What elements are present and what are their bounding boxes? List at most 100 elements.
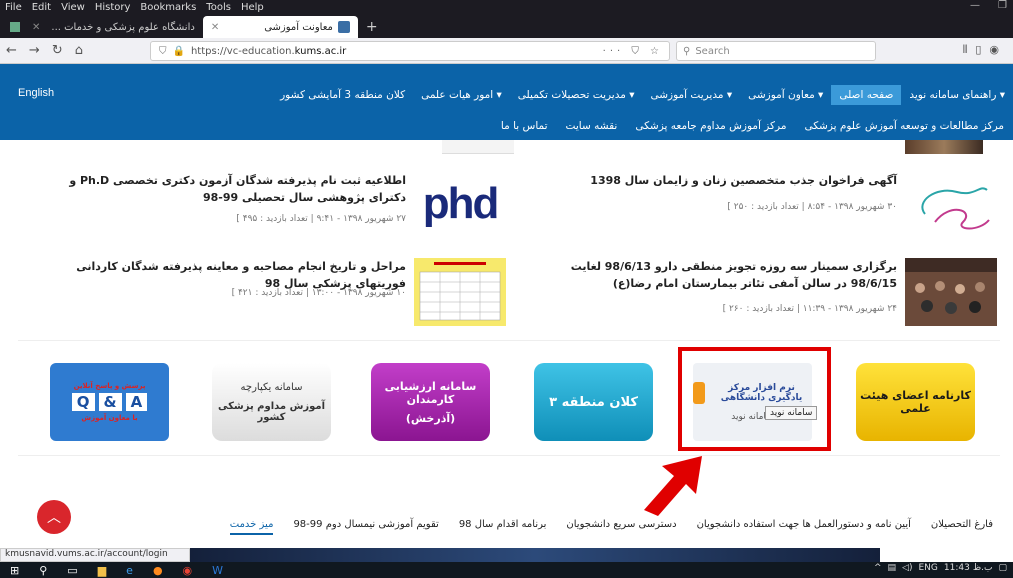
staff-evaluation-sub: (آذرخش) <box>405 411 456 425</box>
highlight-box <box>678 347 831 451</box>
clock[interactable]: 11:43 ب.ظ <box>944 563 993 573</box>
forward-arrow-icon[interactable]: → <box>23 43 46 58</box>
browser-navbar: ← → ↻ ⌂ ⛉ 🔒 https://vc-education. kums.ac… <box>0 38 1013 64</box>
qa-top-text: پرسش و پاسخ آنلاین <box>73 382 146 390</box>
task-view-icon[interactable]: ▭ <box>67 564 77 577</box>
news-title[interactable]: آگهی فراخوان جذب متخصصین زنان و زایمان س… <box>557 172 897 189</box>
system-tray: ^ ▤ ◁) ENG 11:43 ب.ظ ▢ <box>874 563 1007 573</box>
integrated-cme-label: سامانه یکپارچه <box>240 381 303 393</box>
file-explorer-icon[interactable]: ▆ <box>98 564 106 577</box>
search-input[interactable]: ⚲ Search <box>676 41 876 61</box>
account-icon[interactable]: ◉ <box>989 43 1007 56</box>
tab-list-icon[interactable] <box>10 22 20 32</box>
news-item[interactable]: phd اطلاعیه ثبت نام پذیرفته شدگان آزمون … <box>56 172 506 236</box>
tab-university[interactable]: دانشگاه علوم پزشکی و خدمات ... ✕ <box>24 16 203 38</box>
nav-navid-guide[interactable]: راهنمای سامانه نوید ▾ <box>901 85 1013 105</box>
news-item[interactable]: آگهی فراخوان جذب متخصصین زنان و زایمان س… <box>557 172 997 236</box>
new-tab-plus-icon[interactable]: + <box>358 19 386 38</box>
news-meta: ۲۷ شهریور ۱۳۹۸ - ۹:۴۱ | تعداد بازدید : ۴… <box>236 214 406 224</box>
english-link[interactable]: English <box>18 87 54 99</box>
notifications-icon[interactable]: ▢ <box>998 563 1007 573</box>
word-icon[interactable]: W <box>212 564 223 577</box>
menu-view[interactable]: View <box>56 2 90 13</box>
bottom-tabs: میز خدمت تقویم آموزشی نیمسال دوم 99-98 ب… <box>229 519 993 535</box>
close-icon[interactable]: ✕ <box>211 22 219 33</box>
news-thumbnail <box>414 258 506 326</box>
region3-button[interactable]: کلان منطقه ۳ <box>534 363 653 441</box>
chrome-icon[interactable]: ◉ <box>183 564 193 577</box>
integrated-cme-button[interactable]: سامانه یکپارچه آموزش مداوم پزشکی کشور <box>212 363 331 441</box>
edge-icon[interactable]: e <box>126 564 133 577</box>
url-bar[interactable]: ⛉ 🔒 https://vc-education. kums.ac.ir ··· … <box>150 41 670 61</box>
nav-faculty-affairs[interactable]: امور هیات علمی ▾ <box>413 85 510 105</box>
nav-contact[interactable]: تماس با ما <box>492 120 557 132</box>
firefox-icon[interactable]: ● <box>153 564 163 577</box>
menu-bookmarks[interactable]: Bookmarks <box>135 2 201 13</box>
scroll-top-button[interactable]: ︿ <box>37 500 71 534</box>
banner-logo-partial <box>442 140 514 154</box>
tab-action-plan[interactable]: برنامه اقدام سال 98 <box>459 519 547 535</box>
news-title[interactable]: مراحل و تاریخ انجام مصاحبه و معاینه پذیر… <box>56 258 406 292</box>
news-item[interactable]: برگزاری سمینار سه روزه تجویز منطقی دارو … <box>557 258 997 326</box>
browser-tabbar: دانشگاه علوم پزشکی و خدمات ... ✕ معاونت … <box>0 14 1013 38</box>
chevron-up-icon[interactable]: ^ <box>874 563 882 573</box>
nav-home[interactable]: صفحه اصلی <box>831 85 902 105</box>
faculty-record-button[interactable]: کارنامه اعضای هیئت علمی <box>856 363 975 441</box>
main-menu: راهنمای سامانه نوید ▾ صفحه اصلی معاون آم… <box>272 84 1013 106</box>
lock-icon: 🔒 <box>172 45 185 57</box>
menu-file[interactable]: File <box>0 2 27 13</box>
clock-time: 11:43 <box>943 563 970 573</box>
menu-edit[interactable]: Edit <box>27 2 56 13</box>
minimize-icon[interactable]: — <box>970 0 980 11</box>
news-thumbnail: phd <box>414 172 506 236</box>
nav-cme[interactable]: مرکز آموزش مداوم جامعه پزشکی <box>626 120 795 132</box>
tab-regulations[interactable]: آیین نامه و دستورالعمل ها جهت استفاده دا… <box>697 519 911 535</box>
network-icon[interactable]: ▤ <box>888 563 897 573</box>
reload-icon[interactable]: ↻ <box>46 43 69 58</box>
nav-sitemap[interactable]: نقشه سایت <box>557 120 627 132</box>
nav-edc[interactable]: مرکز مطالعات و توسعه آموزش علوم پزشکی <box>795 120 1013 132</box>
qa-q: Q <box>71 393 95 411</box>
news-meta: ۱۰ شهریور ۱۳۹۸ - ۱۳:۰۰ | تعداد بازدید : … <box>231 288 406 298</box>
browser-menubar: File Edit View History Bookmarks Tools H… <box>0 0 1013 14</box>
favicon-icon <box>337 21 350 33</box>
news-item[interactable]: مراحل و تاریخ انجام مصاحبه و معاینه پذیر… <box>56 258 506 326</box>
toolbar-icons: ⫴▯◉ <box>963 43 1007 57</box>
staff-evaluation-button[interactable]: سامانه ارزشیابی کارمندان (آذرخش) <box>371 363 490 441</box>
volume-icon[interactable]: ◁) <box>902 563 912 573</box>
tab-service-desk[interactable]: میز خدمت <box>229 519 274 535</box>
qa-a: A <box>125 393 148 411</box>
menu-help[interactable]: Help <box>236 2 269 13</box>
nav-graduate-management[interactable]: مدیریت تحصیلات تکمیلی ▾ <box>510 85 643 105</box>
news-thumbnail <box>905 258 997 326</box>
language-indicator[interactable]: ENG <box>918 563 937 573</box>
page-actions[interactable]: ··· ⛉ ☆ <box>603 46 663 57</box>
home-icon[interactable]: ⌂ <box>69 43 89 58</box>
menu-tools[interactable]: Tools <box>201 2 236 13</box>
window-controls: — ❐ <box>970 0 1007 11</box>
nav-edu-management[interactable]: مدیریت آموزشی ▾ <box>642 85 740 105</box>
integrated-cme-sub: آموزش مداوم پزشکی کشور <box>217 400 326 423</box>
library-icon[interactable]: ⫴ <box>963 43 976 56</box>
windows-start-icon[interactable]: ⊞ <box>10 564 19 577</box>
menu-history[interactable]: History <box>90 2 136 13</box>
online-qa-button[interactable]: پرسش و پاسخ آنلاین Q & A با معاون آموزش <box>50 363 169 441</box>
tab-education[interactable]: معاونت آموزشی ✕ <box>202 16 358 38</box>
restore-icon[interactable]: ❐ <box>998 0 1007 11</box>
tab-academic-calendar[interactable]: تقویم آموزشی نیمسال دوم 99-98 <box>293 519 438 535</box>
close-icon[interactable]: ✕ <box>32 22 40 33</box>
tab-graduates[interactable]: فارغ التحصیلان <box>931 519 993 535</box>
nav-region3[interactable]: کلان منطقه 3 آمایشی کشور <box>272 85 413 105</box>
search-icon[interactable]: ⚲ <box>39 564 47 577</box>
url-domain: kums.ac.ir <box>294 45 347 57</box>
news-title[interactable]: برگزاری سمینار سه روزه تجویز منطقی دارو … <box>557 258 897 292</box>
tab-student-quick-access[interactable]: دسترسی سریع دانشجویان <box>566 519 676 535</box>
news-title[interactable]: اطلاعیه ثبت نام پذیرفته شدگان آزمون دکتر… <box>56 172 406 206</box>
status-url: kmusnavid.vums.ac.ir/account/login <box>0 548 190 562</box>
windows-taskbar: ⊞ ⚲ ▭ ▆ e ● ◉ W ^ ▤ ◁) ENG 11:43 ب.ظ ▢ <box>0 562 1013 578</box>
search-icon: ⚲ <box>683 45 691 57</box>
sidebar-icon[interactable]: ▯ <box>975 43 989 56</box>
back-arrow-icon[interactable]: ← <box>0 43 23 58</box>
region3-label: کلان منطقه ۳ <box>549 394 638 410</box>
nav-vice-education[interactable]: معاون آموزشی ▾ <box>740 85 831 105</box>
